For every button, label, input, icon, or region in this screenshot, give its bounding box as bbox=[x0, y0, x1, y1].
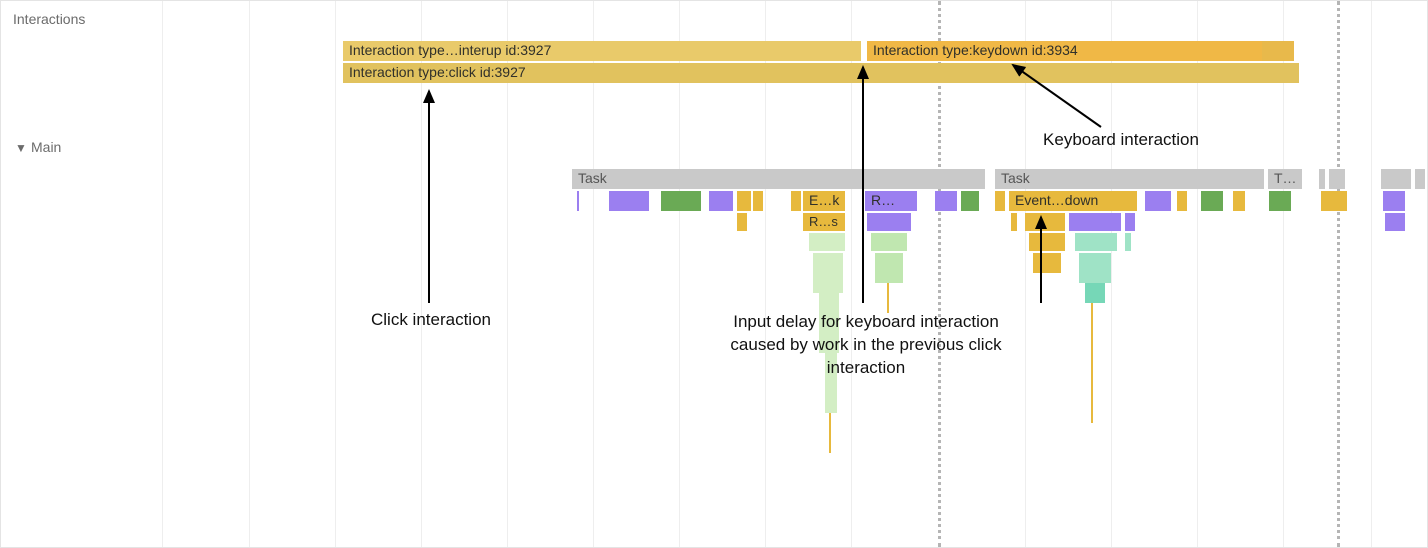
flame-stack[interactable] bbox=[1085, 283, 1105, 303]
gridline bbox=[335, 1, 336, 547]
flame-entry[interactable] bbox=[961, 191, 979, 211]
flame-stack[interactable] bbox=[813, 253, 843, 293]
flame-entry[interactable] bbox=[1269, 191, 1291, 211]
flame-entry[interactable] bbox=[1125, 233, 1131, 251]
task-bar[interactable]: Task bbox=[995, 169, 1264, 189]
interaction-pointerup[interactable]: Interaction type…interup id:3927 bbox=[343, 41, 861, 61]
flame-entry[interactable] bbox=[1075, 233, 1117, 251]
task-sliver[interactable] bbox=[1329, 169, 1345, 189]
interaction-click[interactable]: Interaction type:click id:3927 bbox=[343, 63, 1299, 83]
interaction-keydown-tail[interactable] bbox=[1262, 41, 1294, 61]
flame-entry[interactable] bbox=[1025, 213, 1065, 231]
flame-entry[interactable]: E…k bbox=[803, 191, 845, 211]
task-sliver[interactable] bbox=[1415, 169, 1425, 189]
flame-entry[interactable]: R…s bbox=[803, 213, 845, 231]
flame-entry[interactable] bbox=[609, 191, 649, 211]
flame-entry[interactable] bbox=[737, 191, 751, 211]
flame-entry[interactable] bbox=[1383, 191, 1405, 211]
task-sliver[interactable] bbox=[1319, 169, 1325, 189]
flame-stack[interactable] bbox=[1091, 363, 1093, 423]
flame-entry[interactable] bbox=[753, 191, 763, 211]
task-bar[interactable]: T… bbox=[1268, 169, 1302, 189]
flame-entry[interactable] bbox=[1201, 191, 1223, 211]
annotation-input-delay: Input delay for keyboard interaction cau… bbox=[721, 311, 1011, 380]
flame-entry[interactable] bbox=[1321, 191, 1347, 211]
annotation-keyboard-interaction: Keyboard interaction bbox=[1011, 129, 1231, 152]
disclosure-triangle-icon[interactable]: ▼ bbox=[15, 141, 27, 155]
flame-entry[interactable] bbox=[1011, 213, 1017, 231]
flame-entry[interactable] bbox=[1145, 191, 1171, 211]
track-label-interactions[interactable]: Interactions bbox=[13, 11, 85, 27]
track-label-main[interactable]: Main bbox=[31, 139, 61, 155]
flame-entry[interactable] bbox=[1233, 191, 1245, 211]
flame-entry[interactable] bbox=[709, 191, 733, 211]
flame-entry[interactable] bbox=[867, 213, 911, 231]
gridline bbox=[249, 1, 250, 547]
flame-stack[interactable] bbox=[1079, 253, 1111, 283]
flame-entry[interactable]: R… bbox=[865, 191, 917, 211]
gridline bbox=[1371, 1, 1372, 547]
interaction-keydown[interactable]: Interaction type:keydown id:3934 bbox=[867, 41, 1262, 61]
performance-panel-viewport: Interactions ▼ Main Interaction type…int… bbox=[0, 0, 1428, 548]
flame-stack[interactable] bbox=[887, 283, 889, 313]
task-bar[interactable]: Task bbox=[572, 169, 985, 189]
gridline bbox=[162, 1, 163, 547]
flame-entry[interactable] bbox=[577, 191, 579, 211]
task-sliver[interactable] bbox=[1381, 169, 1411, 189]
flame-entry[interactable] bbox=[935, 191, 957, 211]
flame-entry[interactable] bbox=[1125, 213, 1135, 231]
flame-stack[interactable] bbox=[1091, 303, 1093, 363]
flame-entry[interactable]: Event…down bbox=[1009, 191, 1137, 211]
flame-entry[interactable] bbox=[791, 191, 801, 211]
flame-stack[interactable] bbox=[829, 413, 831, 453]
flame-entry[interactable] bbox=[1069, 213, 1121, 231]
flame-stack[interactable] bbox=[1033, 253, 1061, 273]
marker-line bbox=[1337, 1, 1340, 547]
flame-entry[interactable] bbox=[737, 213, 747, 231]
flame-stack[interactable] bbox=[875, 253, 903, 283]
flame-entry[interactable] bbox=[661, 191, 701, 211]
flame-entry[interactable] bbox=[1177, 191, 1187, 211]
flame-entry[interactable] bbox=[1385, 213, 1405, 231]
annotation-arrows bbox=[1, 1, 1428, 548]
flame-entry[interactable] bbox=[995, 191, 1005, 211]
flame-entry[interactable] bbox=[871, 233, 907, 251]
flame-entry[interactable] bbox=[809, 233, 845, 251]
annotation-click-interaction: Click interaction bbox=[331, 309, 531, 332]
flame-entry[interactable] bbox=[1029, 233, 1065, 251]
